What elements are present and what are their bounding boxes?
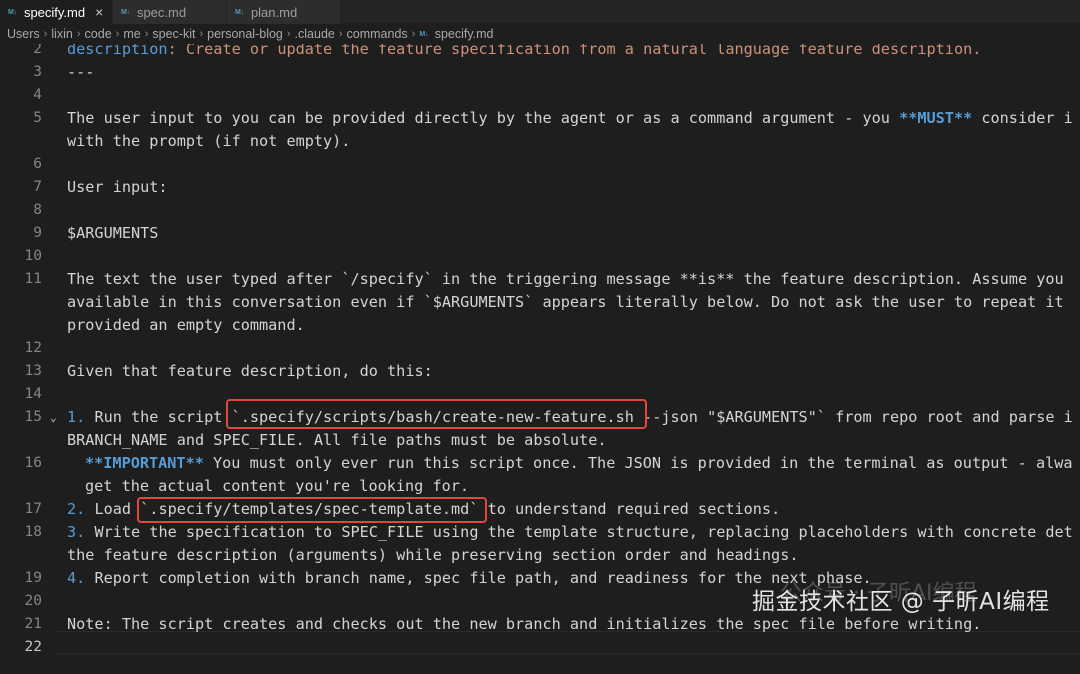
breadcrumb-item[interactable]: me bbox=[123, 27, 140, 41]
line-number: 2 bbox=[33, 44, 42, 57]
line-number: 13 bbox=[24, 363, 42, 379]
line-number: 5 bbox=[33, 110, 42, 126]
code-line: available in this conversation even if `… bbox=[67, 293, 1064, 311]
breadcrumb-item[interactable]: code bbox=[85, 27, 112, 41]
tabbar-empty-space bbox=[341, 0, 1080, 23]
tab-label: plan.md bbox=[250, 4, 298, 20]
line-number: 20 bbox=[24, 593, 42, 609]
line-number: 6 bbox=[33, 156, 42, 172]
tab-label: spec.md bbox=[136, 4, 187, 20]
breadcrumb-item[interactable]: .claude bbox=[295, 27, 335, 41]
line-number: 15 bbox=[24, 409, 42, 425]
chevron-right-icon: › bbox=[199, 28, 204, 40]
text-run: consider i bbox=[972, 109, 1073, 127]
watermark-text: 掘金技术社区 @ 子昕AI编程 bbox=[752, 589, 1050, 615]
code-line: 4. Report completion with branch name, s… bbox=[67, 567, 872, 590]
annotation-box-template-path bbox=[137, 497, 487, 523]
markdown-icon: M↓ bbox=[121, 8, 130, 16]
chevron-right-icon: › bbox=[338, 28, 343, 40]
line-number-active: 22 bbox=[24, 639, 42, 655]
code-line: BRANCH_NAME and SPEC_FILE. All file path… bbox=[67, 431, 607, 449]
annotation-box-script-path bbox=[226, 399, 647, 429]
line-number: 4 bbox=[33, 87, 42, 103]
breadcrumb: Users › lixin › code › me › spec-kit › person… bbox=[0, 24, 1080, 44]
chevron-right-icon: › bbox=[286, 28, 291, 40]
yaml-key: description bbox=[67, 44, 168, 58]
chevron-right-icon: › bbox=[411, 28, 416, 40]
text-run: The user input to you can be provided di… bbox=[67, 109, 900, 127]
breadcrumb-item[interactable]: Users bbox=[7, 27, 40, 41]
line-number: 21 bbox=[24, 616, 42, 632]
bold-text: **IMPORTANT** bbox=[85, 454, 204, 472]
line-number: 16 bbox=[24, 455, 42, 471]
tab-specify-md[interactable]: M↓ specify.md × bbox=[0, 0, 113, 24]
line-number: 19 bbox=[24, 570, 42, 586]
fold-chevron-icon[interactable]: ⌄ bbox=[50, 406, 57, 429]
code-line: 3. Write the specification to SPEC_FILE … bbox=[67, 521, 1073, 544]
code-line: The text the user typed after `/specify`… bbox=[67, 270, 1064, 288]
breadcrumb-item[interactable]: personal-blog bbox=[207, 27, 283, 41]
yaml-value: : Create or update the feature specifica… bbox=[167, 44, 982, 58]
tab-bar: M↓ specify.md × M↓ spec.md M↓ plan.md bbox=[0, 0, 1080, 24]
code-line: the feature description (arguments) whil… bbox=[67, 546, 799, 564]
line-number: 14 bbox=[24, 386, 42, 402]
chevron-right-icon: › bbox=[115, 28, 120, 40]
close-icon[interactable]: × bbox=[95, 4, 103, 20]
chevron-right-icon: › bbox=[144, 28, 149, 40]
tab-plan-md[interactable]: M↓ plan.md bbox=[227, 0, 341, 24]
breadcrumb-item[interactable]: lixin bbox=[51, 27, 73, 41]
markdown-icon: M↓ bbox=[8, 8, 17, 16]
code-line: The user input to you can be provided di… bbox=[67, 107, 1073, 130]
line-number-gutter: 2 3 4 5 6 7 8 9 10 11 12 13 14 15 ⌄ 16 1… bbox=[0, 44, 58, 674]
code-line: provided an empty command. bbox=[67, 316, 305, 334]
code-line: with the prompt (if not empty). bbox=[67, 132, 351, 150]
breadcrumb-item[interactable]: commands bbox=[347, 27, 408, 41]
line-number: 10 bbox=[24, 248, 42, 264]
markdown-icon: M↓ bbox=[235, 8, 244, 16]
code-line: $ARGUMENTS bbox=[67, 224, 159, 242]
tab-spec-md[interactable]: M↓ spec.md bbox=[113, 0, 227, 24]
tab-label: specify.md bbox=[23, 4, 86, 20]
line-number: 12 bbox=[24, 340, 42, 356]
line-number: 18 bbox=[24, 524, 42, 540]
list-number: 1. bbox=[67, 408, 86, 426]
line-number: 9 bbox=[33, 225, 42, 241]
line-number: 17 bbox=[24, 501, 42, 517]
code-line: get the actual content you're looking fo… bbox=[85, 477, 470, 495]
line-number: 3 bbox=[33, 64, 42, 80]
line-number: 8 bbox=[33, 202, 42, 218]
code-line: Note: The script creates and checks out … bbox=[67, 615, 982, 633]
text-run: You must only ever run this script once.… bbox=[203, 454, 1073, 472]
breadcrumb-item[interactable]: spec-kit bbox=[152, 27, 195, 41]
code-line: --- bbox=[67, 63, 95, 81]
chevron-right-icon: › bbox=[76, 28, 81, 40]
breadcrumb-item-file[interactable]: specify.md bbox=[435, 27, 494, 41]
list-number: 4. bbox=[67, 569, 86, 587]
bold-text: **MUST** bbox=[899, 109, 973, 127]
text-run: Write the specification to SPEC_FILE usi… bbox=[85, 523, 1073, 541]
code-line: Given that feature description, do this: bbox=[67, 362, 433, 380]
list-number: 3. bbox=[67, 523, 86, 541]
code-line: description: Create or update the featur… bbox=[67, 44, 981, 61]
markdown-icon: M↓ bbox=[419, 30, 429, 38]
line-number: 11 bbox=[24, 271, 42, 287]
line-number: 7 bbox=[33, 179, 42, 195]
chevron-right-icon: › bbox=[43, 28, 48, 40]
list-number: 2. bbox=[67, 500, 86, 518]
code-line: User input: bbox=[67, 178, 168, 196]
code-line: **IMPORTANT** You must only ever run thi… bbox=[85, 452, 1073, 475]
